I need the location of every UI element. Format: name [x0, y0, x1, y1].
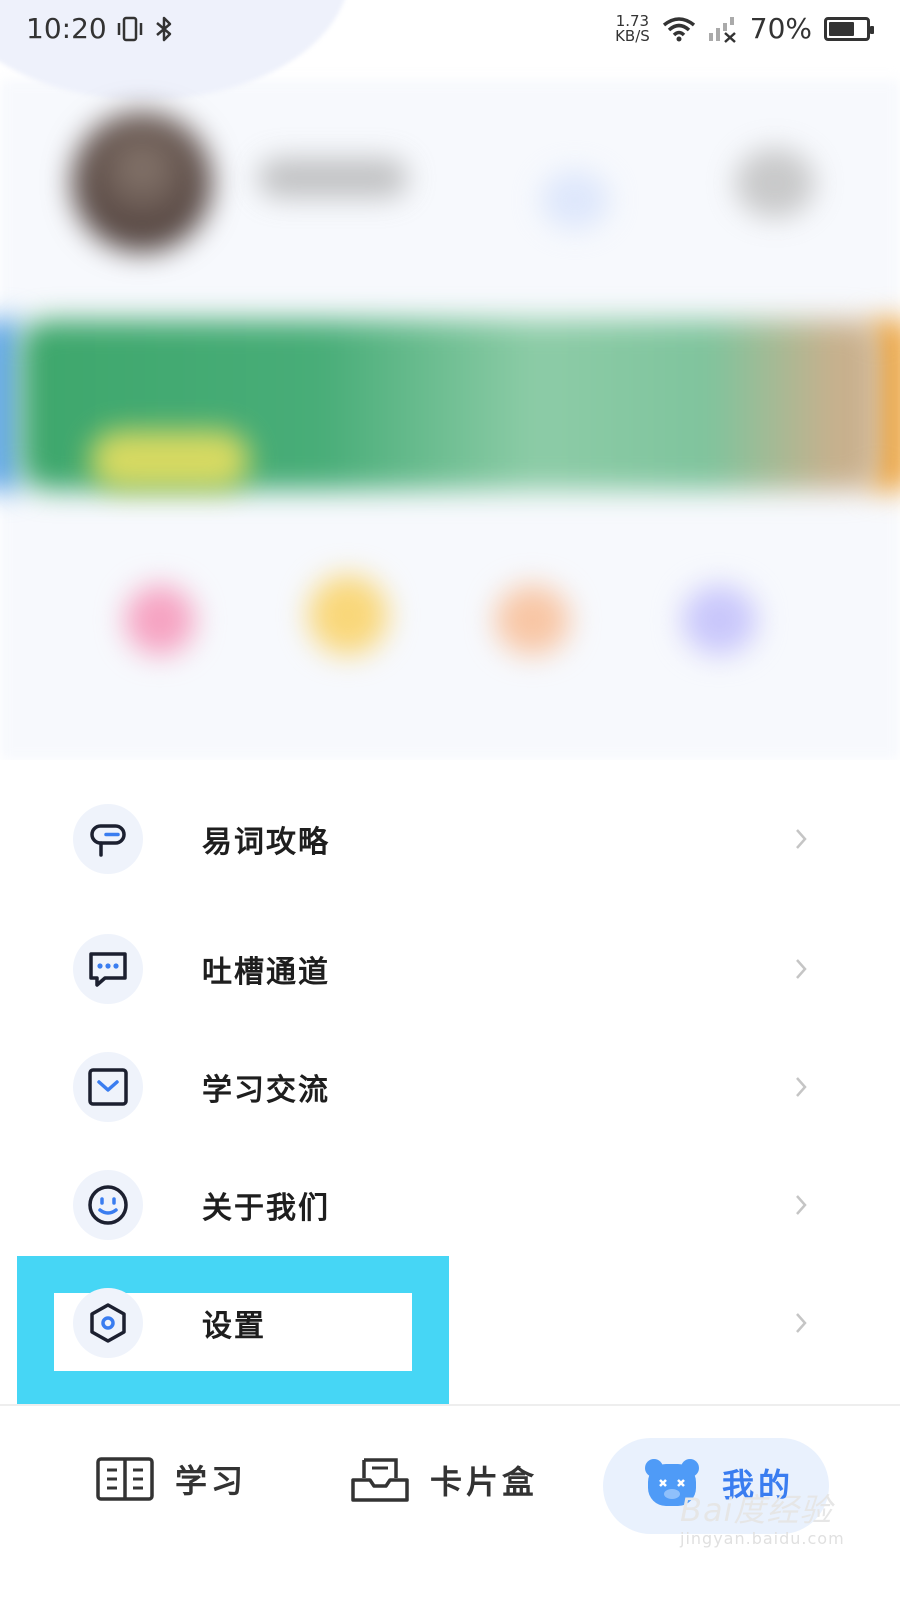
tab-study-label: 学习	[175, 1462, 248, 1500]
menu-item-settings[interactable]: 设置	[0, 1264, 900, 1382]
clock: 10:20	[26, 12, 107, 45]
header-action-blurred[interactable]	[735, 148, 815, 218]
chevron-right-icon	[796, 959, 807, 979]
chevron-right-icon	[796, 829, 807, 849]
banner-button-blurred	[90, 430, 250, 490]
menu-item-label: 设置	[202, 1309, 266, 1344]
network-speed: 1.73 KB/S	[615, 13, 650, 45]
chevron-right-icon	[796, 1077, 807, 1097]
shortcut-icon-purple[interactable]	[682, 585, 757, 655]
tab-card-box[interactable]: 卡片盒	[350, 1456, 538, 1504]
card-box-icon	[351, 1458, 409, 1502]
wifi-icon	[662, 16, 695, 41]
battery-percent: 70%	[749, 12, 812, 45]
vibrate-icon	[117, 16, 142, 41]
book-grid-icon	[96, 1457, 154, 1501]
avatar[interactable]	[72, 112, 212, 252]
signpost-icon	[73, 804, 143, 874]
status-bar: 10:20 1.73 KB/S 70%	[0, 0, 900, 64]
menu-item-guide[interactable]: 易词攻略	[0, 780, 900, 898]
shortcut-icon-pink[interactable]	[125, 585, 195, 655]
bluetooth-icon	[155, 16, 171, 41]
username-blurred	[258, 158, 408, 198]
tab-card-box-label: 卡片盒	[430, 1463, 539, 1501]
chat-bubble-icon	[73, 934, 143, 1004]
watermark-url: jingyan.baidu.com	[680, 1529, 845, 1548]
baidu-watermark: Bai度经验 jingyan.baidu.com	[680, 1485, 845, 1548]
menu-item-label: 易词攻略	[202, 825, 330, 860]
menu-item-label: 吐槽通道	[202, 955, 330, 990]
signal-off-icon	[708, 16, 736, 43]
blurred-header-area	[0, 0, 900, 760]
watermark-brand: Bai度经验	[680, 1491, 833, 1529]
banner-prev-edge	[0, 320, 20, 490]
mail-icon	[73, 1052, 143, 1122]
settings-hexagon-icon	[73, 1288, 143, 1358]
shortcut-icon-yellow[interactable]	[308, 575, 388, 655]
badge-blurred	[540, 170, 610, 230]
chevron-right-icon	[796, 1313, 807, 1333]
menu-item-feedback[interactable]: 吐槽通道	[0, 910, 900, 1028]
menu-item-community[interactable]: 学习交流	[0, 1028, 900, 1146]
shortcut-icon-orange[interactable]	[495, 585, 570, 655]
chevron-right-icon	[796, 1195, 807, 1215]
network-speed-unit: KB/S	[615, 26, 650, 45]
menu-item-label: 学习交流	[202, 1073, 330, 1108]
menu-item-about[interactable]: 关于我们	[0, 1146, 900, 1264]
menu-item-label: 关于我们	[202, 1191, 330, 1226]
battery-icon	[824, 16, 874, 41]
smiley-icon	[73, 1170, 143, 1240]
tab-study[interactable]: 学习	[95, 1456, 247, 1502]
